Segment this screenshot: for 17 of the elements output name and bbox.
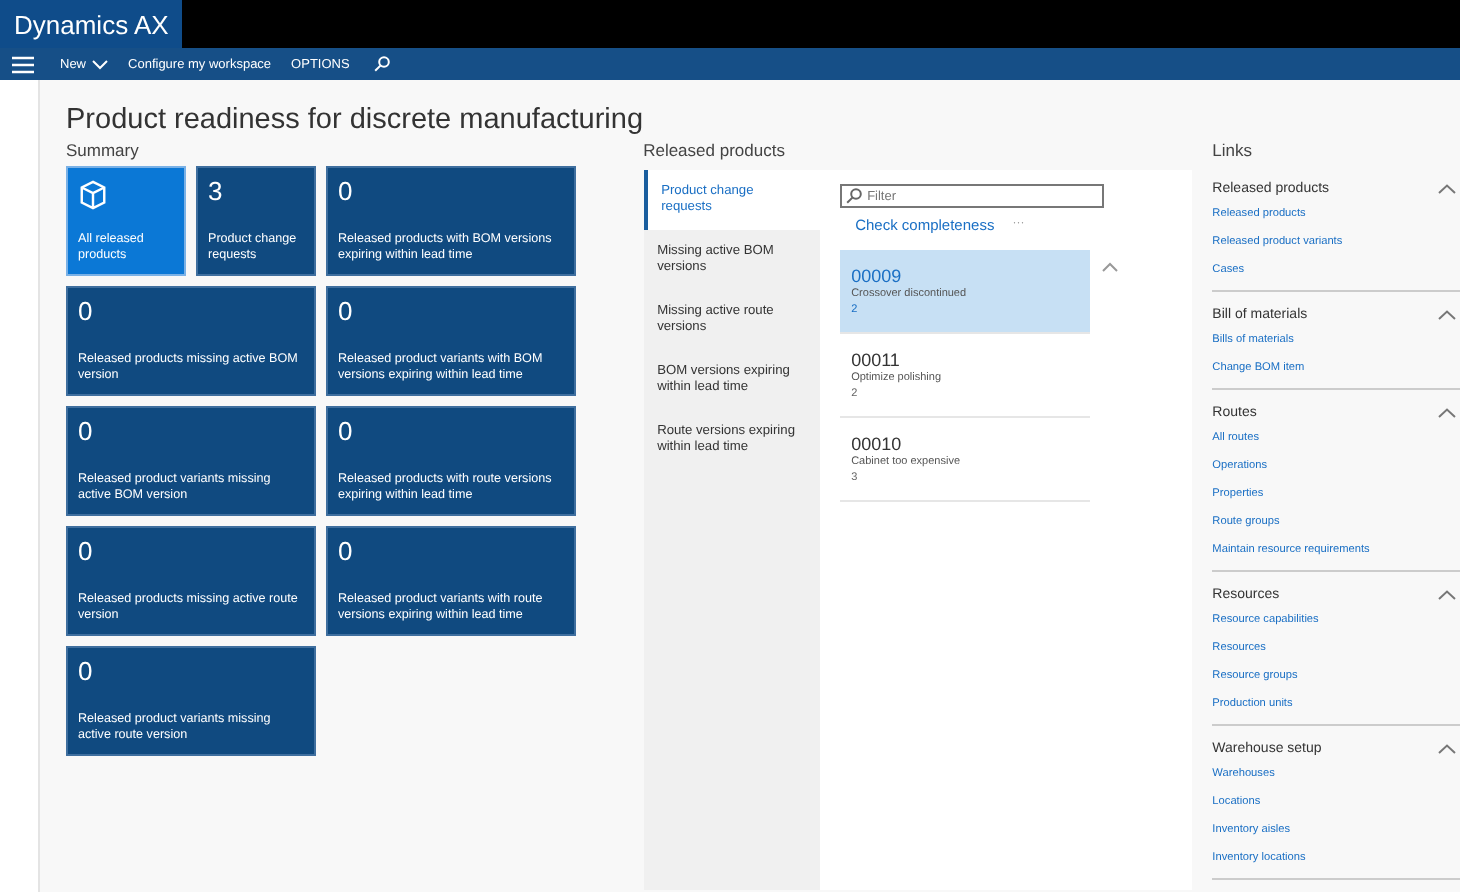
- tile-count: 0: [338, 298, 355, 326]
- tile-count: 0: [78, 658, 95, 686]
- item-id: 00009: [851, 266, 904, 286]
- section-heading: Released products: [643, 140, 787, 164]
- section-heading: Links: [1212, 140, 1255, 164]
- app-title[interactable]: Dynamics AX: [0, 0, 183, 48]
- tile-count: 0: [78, 538, 95, 566]
- section-heading: Summary: [66, 140, 141, 164]
- item-id: 00010: [851, 434, 904, 454]
- tile-count: 0: [78, 298, 95, 326]
- item-id: 00011: [851, 350, 902, 370]
- page-title: Product readiness for discrete manufacturing: [66, 104, 646, 136]
- tile-count: 0: [338, 178, 355, 206]
- tile-count: 0: [338, 418, 355, 446]
- tile-count: 0: [338, 538, 355, 566]
- tile-count: 3: [208, 178, 225, 206]
- tile-count: 0: [78, 418, 95, 446]
